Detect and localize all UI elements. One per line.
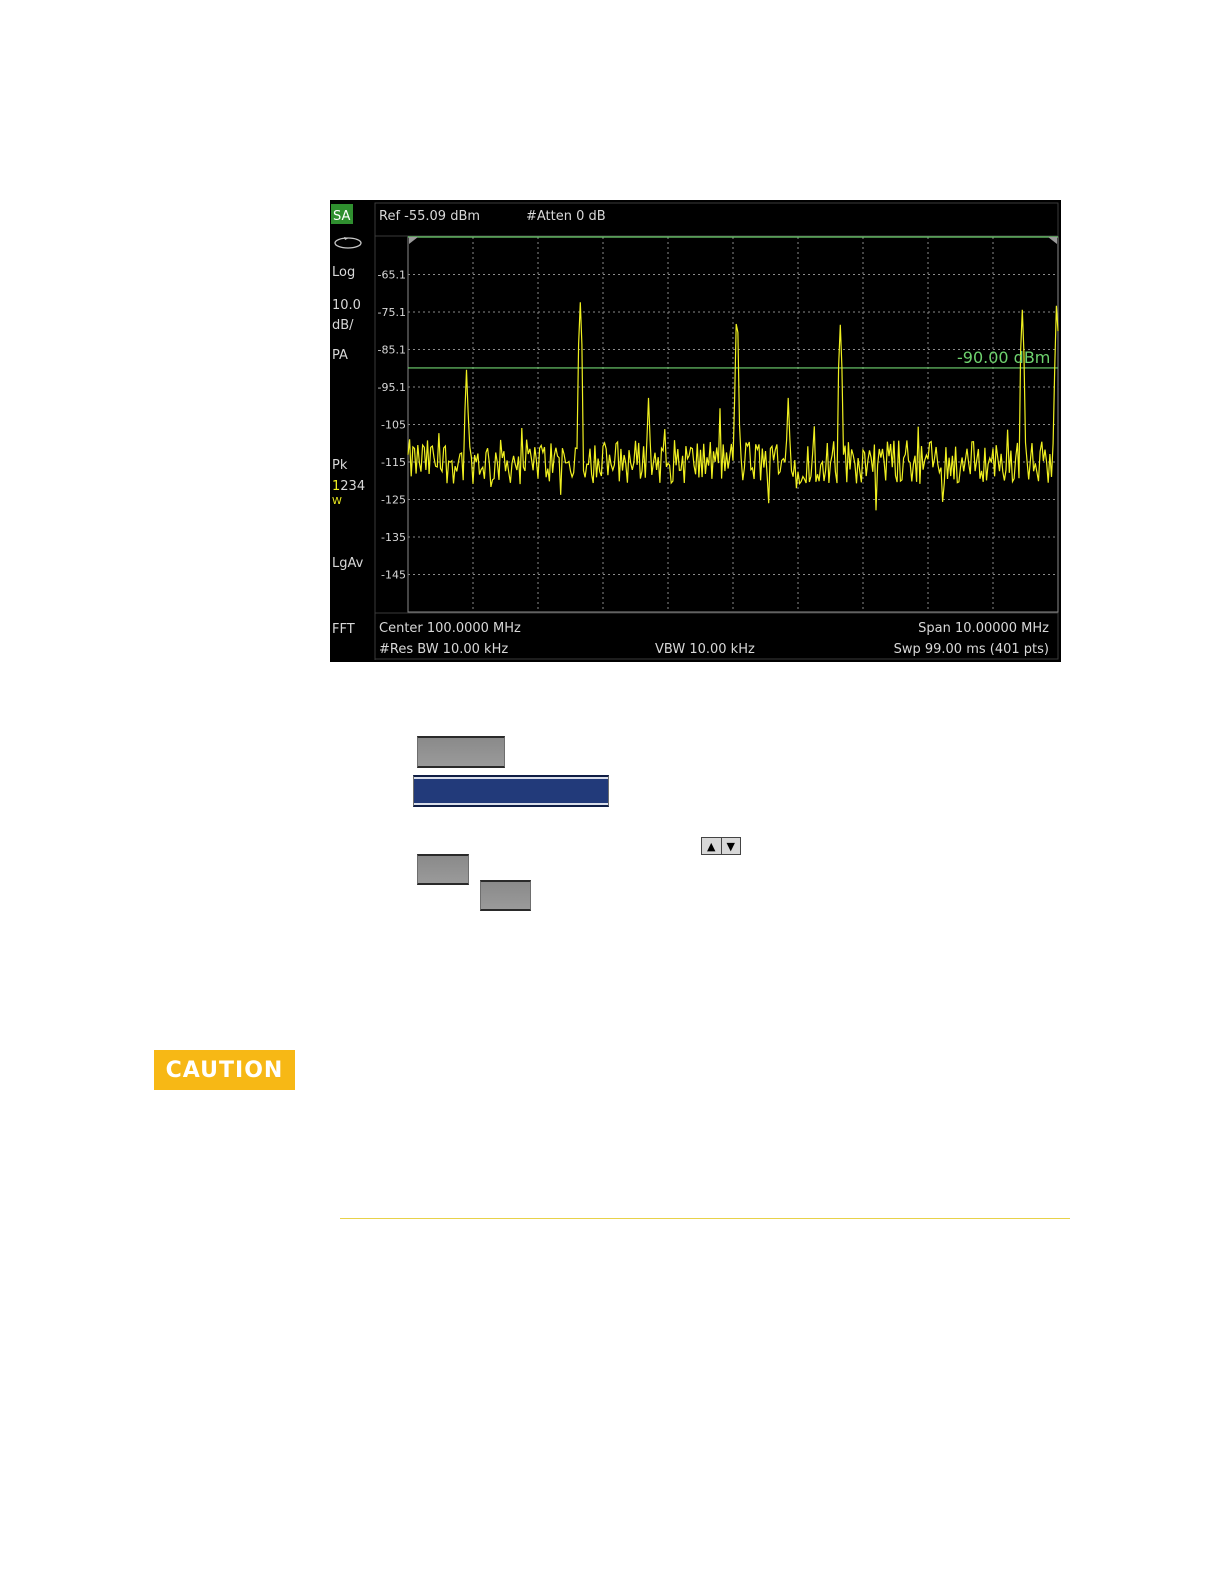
sweep-type-label: FFT bbox=[332, 622, 355, 637]
detector-label: Pk bbox=[332, 458, 348, 473]
y-tick-label: -65.1 bbox=[378, 269, 406, 282]
plot-grid bbox=[408, 237, 1058, 612]
res-bw: #Res BW 10.00 kHz bbox=[379, 642, 508, 657]
divider-rule bbox=[340, 1218, 1070, 1219]
ref-level: Ref -55.09 dBm bbox=[379, 209, 480, 224]
y-tick-label: -115 bbox=[381, 456, 406, 469]
softkey-button-2[interactable] bbox=[417, 854, 469, 885]
trace-mode-label: W bbox=[332, 496, 342, 507]
scale-type-label: Log bbox=[332, 265, 355, 280]
up-arrow-icon[interactable]: ▲ bbox=[702, 838, 721, 854]
down-arrow-icon[interactable]: ▼ bbox=[720, 838, 741, 854]
span: Span 10.00000 MHz bbox=[918, 621, 1049, 636]
vbw: VBW 10.00 kHz bbox=[655, 642, 755, 657]
center-frequency: Center 100.0000 MHz bbox=[379, 621, 521, 636]
softkey-button-3[interactable] bbox=[480, 880, 531, 911]
threshold-label: -90.00 dBm bbox=[957, 348, 1050, 367]
y-tick-labels: -65.1 -75.1 -85.1 -95.1 -105 -115 -125 -135 -145 bbox=[378, 269, 406, 582]
scale-value-label: 10.0 bbox=[332, 298, 361, 313]
left-corner-marker bbox=[409, 237, 418, 244]
y-tick-label: -125 bbox=[381, 494, 406, 507]
analyzer-screen: SA Log 10.0 dB/ PA Pk 1234 W LgAv FFT Re… bbox=[330, 200, 1061, 662]
y-tick-label: -85.1 bbox=[378, 344, 406, 357]
up-down-arrows-icon[interactable]: ▲ ▼ bbox=[701, 837, 741, 855]
rotate-icon bbox=[334, 237, 362, 249]
y-tick-label: -95.1 bbox=[378, 381, 406, 394]
y-tick-label: -105 bbox=[381, 419, 406, 432]
analyzer-display: SA Log 10.0 dB/ PA Pk 1234 W LgAv FFT Re… bbox=[331, 202, 1059, 660]
right-corner-marker bbox=[1048, 237, 1057, 244]
y-tick-label: -145 bbox=[381, 569, 406, 582]
caution-badge: CAUTION bbox=[154, 1050, 295, 1090]
sweep-info: Swp 99.00 ms (401 pts) bbox=[894, 642, 1049, 657]
y-tick-label: -135 bbox=[381, 531, 406, 544]
softkey-button-1[interactable] bbox=[417, 736, 505, 768]
y-tick-label: -75.1 bbox=[378, 306, 406, 319]
softkey-button-selected[interactable] bbox=[413, 775, 609, 807]
traces-label: 1234 bbox=[332, 479, 365, 494]
attenuation: #Atten 0 dB bbox=[526, 209, 606, 224]
scale-unit-label: dB/ bbox=[332, 318, 354, 333]
preamp-label: PA bbox=[332, 348, 348, 363]
average-label: LgAv bbox=[332, 556, 364, 571]
mode-label: SA bbox=[333, 209, 350, 224]
